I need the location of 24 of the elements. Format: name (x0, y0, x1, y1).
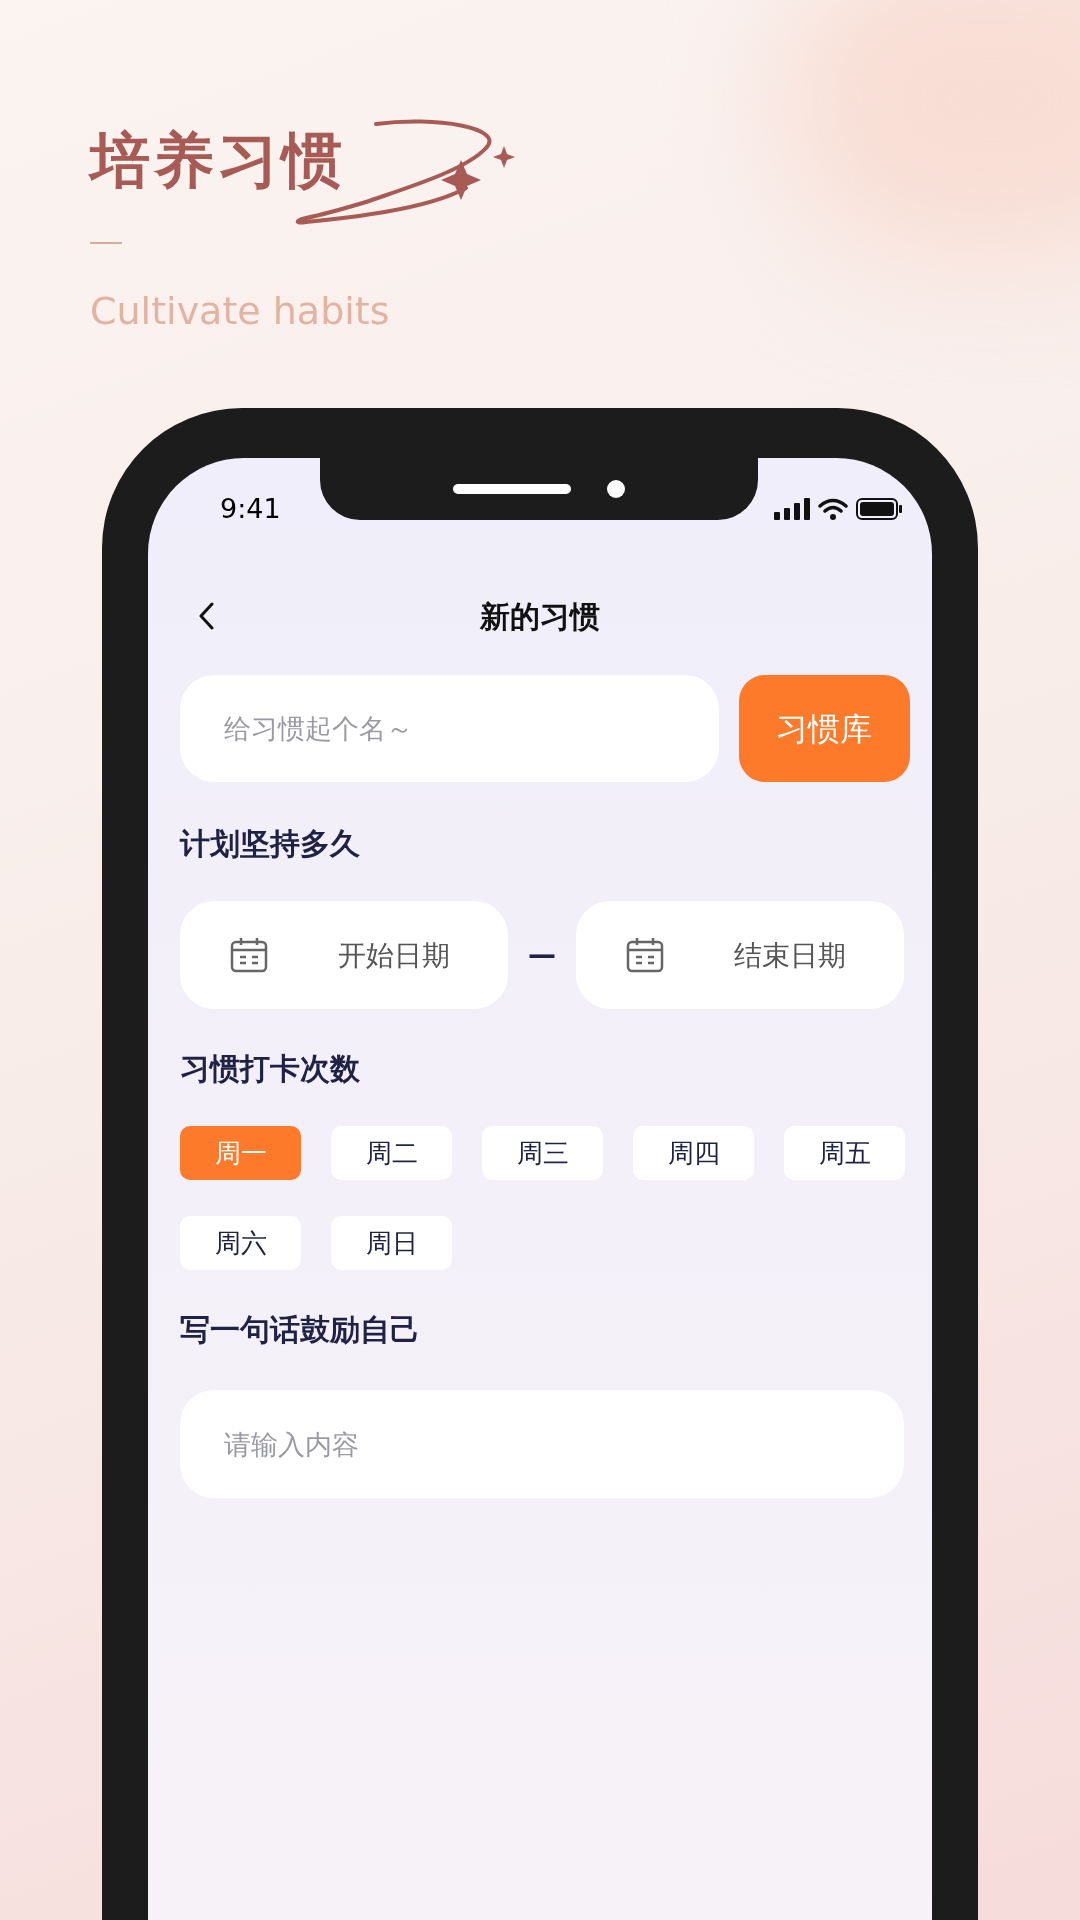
name-field[interactable]: 给习惯起个名～ (180, 675, 719, 782)
wifi-icon (818, 498, 848, 520)
weekday-chip[interactable]: 周四 (633, 1126, 754, 1180)
headline: 培养习惯 (90, 124, 346, 196)
weekday-chip[interactable]: 周二 (331, 1126, 452, 1180)
calendar-icon (230, 937, 268, 973)
battery-icon (856, 498, 902, 520)
calendar-icon (626, 937, 664, 973)
section-heading: 写一句话鼓励自己 (180, 1311, 421, 1349)
weekday-chip[interactable]: 周日 (331, 1216, 452, 1270)
page-title: 新的习惯 (480, 597, 600, 636)
section-heading: 计划坚持多久 (180, 825, 361, 863)
status-time: 9:41 (220, 491, 281, 526)
subtitle: Cultivate habits (90, 288, 391, 334)
weekday-chip[interactable]: 周六 (180, 1216, 301, 1270)
weekday-chip[interactable]: 周五 (784, 1126, 905, 1180)
signal-icon (774, 498, 810, 520)
start-date-field[interactable]: 开始日期 (180, 901, 508, 1009)
date-separator: — (527, 937, 557, 973)
motto-field[interactable]: 请输入内容 (180, 1390, 904, 1498)
end-date-field[interactable]: 结束日期 (576, 901, 904, 1009)
section-heading: 习惯打卡次数 (180, 1050, 361, 1088)
weekday-chip[interactable]: 周三 (482, 1126, 603, 1180)
back-icon (198, 602, 214, 630)
